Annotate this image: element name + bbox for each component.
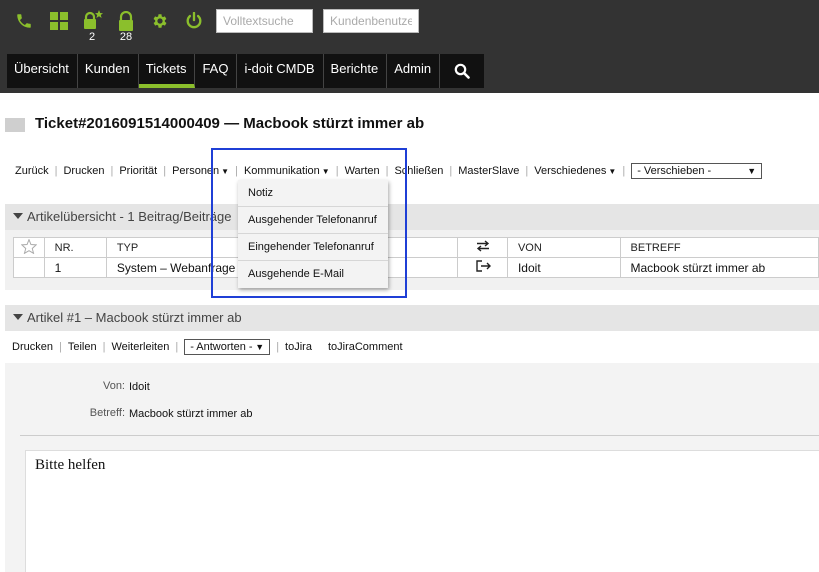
- nav-item-reports[interactable]: Berichte: [323, 54, 388, 88]
- article-overview-title: Artikelübersicht - 1 Beitrag/Beiträge: [27, 209, 232, 224]
- article-header[interactable]: Artikel #1 – Macbook stürzt immer ab: [5, 305, 819, 331]
- reply-select[interactable]: - Antworten - ▼: [184, 339, 271, 355]
- article-forward-link[interactable]: Weiterleiten: [111, 341, 175, 353]
- close-link[interactable]: Schließen: [394, 165, 449, 177]
- star-icon: [20, 237, 38, 254]
- swap-arrows-icon: [476, 240, 489, 252]
- misc-menu-label: Verschiedenes: [534, 165, 607, 177]
- separator: |: [385, 165, 389, 177]
- power-icon[interactable]: [183, 10, 205, 32]
- customer-search-input[interactable]: [323, 9, 419, 33]
- article-share-link[interactable]: Teilen: [68, 341, 103, 353]
- nav-item-tickets[interactable]: Tickets: [138, 54, 196, 88]
- gear-icon[interactable]: [149, 10, 171, 32]
- priority-marker: [5, 118, 25, 132]
- nav-item-admin[interactable]: Admin: [387, 54, 441, 88]
- lock-icon[interactable]: [115, 10, 137, 32]
- separator: |: [54, 165, 58, 177]
- dashboard-grid-icon[interactable]: [48, 10, 70, 32]
- select-arrow-icon: ▼: [255, 342, 265, 352]
- nav-item-faq[interactable]: FAQ: [195, 54, 238, 88]
- divider: [20, 435, 819, 436]
- subject-column-header[interactable]: BETREFF: [619, 237, 819, 258]
- lock-new-icon[interactable]: [81, 10, 103, 32]
- communication-dropdown: Notiz Ausgehender Telefonanruf Eingehend…: [238, 180, 388, 288]
- article-overview-header[interactable]: Artikelübersicht - 1 Beitrag/Beiträge: [5, 204, 819, 230]
- misc-menu[interactable]: Verschiedenes ▼: [534, 165, 622, 177]
- people-menu[interactable]: Personen ▼: [172, 165, 235, 177]
- from-column-header[interactable]: VON: [506, 237, 621, 258]
- nav-item-idoit-cmdb[interactable]: i-doit CMDB: [237, 54, 324, 88]
- collapse-triangle-icon: [13, 213, 23, 219]
- nav-item-customers[interactable]: Kunden: [77, 54, 139, 88]
- caret-down-icon: ▼: [608, 167, 617, 176]
- article-action-bar: Drucken | Teilen | Weiterleiten | - Antwort…: [12, 339, 409, 355]
- nav-item-overview[interactable]: Übersicht: [7, 54, 78, 88]
- back-link[interactable]: Zurück: [15, 165, 55, 177]
- search-icon: [454, 63, 470, 79]
- tojira-link[interactable]: toJira: [285, 341, 328, 353]
- subject-cell: Macbook stürzt immer ab: [619, 257, 819, 278]
- top-header: 2 28 Übersicht Kunden Tickets FAQ i-doit…: [0, 0, 819, 93]
- print-link[interactable]: Drucken: [63, 165, 110, 177]
- direction-column-header[interactable]: [457, 237, 508, 258]
- lock-new-count: 2: [88, 31, 96, 43]
- article-title: Artikel #1 – Macbook stürzt immer ab: [27, 310, 242, 325]
- star-cell: [13, 257, 45, 278]
- separator: |: [102, 341, 106, 353]
- dropdown-item-outgoing-email[interactable]: Ausgehende E-Mail: [238, 261, 388, 288]
- direction-cell: [457, 257, 508, 278]
- caret-down-icon: ▼: [321, 167, 330, 176]
- nr-cell: 1: [43, 257, 107, 278]
- article-print-link[interactable]: Drucken: [12, 341, 59, 353]
- subject-label: Betreff:: [89, 407, 125, 419]
- dropdown-item-incoming-call[interactable]: Eingehender Telefonanruf: [238, 234, 388, 261]
- page-title: Ticket#2016091514000409 — Macbook stürzt…: [35, 115, 425, 132]
- select-arrow-icon: ▼: [747, 166, 757, 176]
- table-header-row: NR. TYP VON BETREFF: [13, 237, 819, 258]
- separator: |: [175, 341, 179, 353]
- separator: |: [163, 165, 167, 177]
- move-queue-select[interactable]: - Verschieben - ▼: [631, 163, 763, 179]
- from-cell: Idoit: [506, 257, 621, 278]
- priority-link[interactable]: Priorität: [119, 165, 163, 177]
- separator: |: [276, 341, 280, 353]
- phone-icon[interactable]: [13, 10, 35, 32]
- from-value: Idoit: [129, 381, 150, 393]
- fulltext-search-input[interactable]: [216, 9, 313, 33]
- wait-link[interactable]: Warten: [345, 165, 386, 177]
- dropdown-item-note[interactable]: Notiz: [238, 180, 388, 207]
- main-nav: Übersicht Kunden Tickets FAQ i-doit CMDB…: [7, 54, 485, 88]
- outgoing-icon: [475, 260, 491, 272]
- tojiracomment-link[interactable]: toJiraComment: [328, 341, 409, 353]
- subject-value: Macbook stürzt immer ab: [129, 408, 253, 420]
- nav-search-button[interactable]: [440, 54, 485, 88]
- separator: |: [622, 165, 626, 177]
- caret-down-icon: ▼: [221, 167, 230, 176]
- from-label: Von:: [102, 380, 125, 392]
- nr-column-header[interactable]: NR.: [43, 237, 107, 258]
- separator: |: [235, 165, 238, 177]
- collapse-triangle-icon: [13, 314, 23, 320]
- ticket-action-bar: Zurück | Drucken | Priorität | Personen ▼ | K…: [15, 163, 763, 179]
- message-body: Bitte helfen: [25, 450, 819, 572]
- table-row[interactable]: 1 System – Webanfrage Idoit Macbook stür…: [13, 257, 819, 278]
- article-table: NR. TYP VON BETREFF 1 System – Webanfrag…: [13, 237, 819, 278]
- separator: |: [449, 165, 453, 177]
- separator: |: [335, 165, 339, 177]
- star-column-header[interactable]: [13, 237, 45, 258]
- move-queue-value: - Verschieben -: [637, 165, 712, 177]
- communication-menu-label: Kommunikation: [243, 165, 320, 177]
- separator: |: [58, 341, 62, 353]
- lock-count: 28: [119, 31, 133, 43]
- dropdown-item-outgoing-call[interactable]: Ausgehender Telefonanruf: [238, 207, 388, 234]
- separator: |: [525, 165, 529, 177]
- separator: |: [110, 165, 114, 177]
- people-menu-label: Personen: [172, 165, 220, 177]
- masterslave-link[interactable]: MasterSlave: [458, 165, 525, 177]
- toolbar: 2 28: [0, 0, 819, 52]
- communication-menu[interactable]: Kommunikation ▼: [244, 165, 336, 177]
- reply-select-value: - Antworten -: [190, 341, 253, 353]
